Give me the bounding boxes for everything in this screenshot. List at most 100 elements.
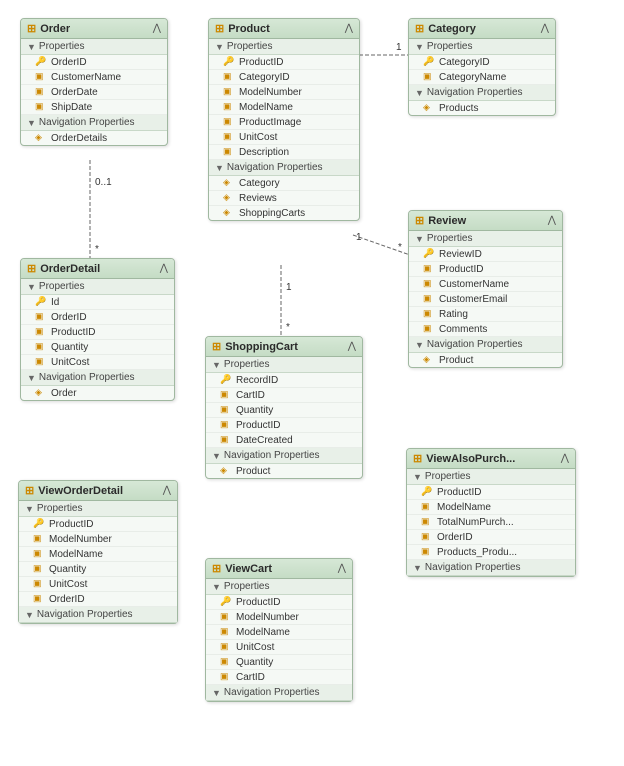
- category-navprops-header: ▼ Navigation Properties: [409, 85, 555, 101]
- product-collapse[interactable]: ⋀: [345, 23, 353, 34]
- field-icon: [423, 71, 435, 83]
- field-icon: [423, 323, 435, 335]
- viewalsopurch-collapse[interactable]: ⋀: [561, 453, 569, 464]
- svg-text:1: 1: [356, 232, 362, 243]
- orderdetail-navprops-header: ▼ Navigation Properties: [21, 370, 174, 386]
- shoppingcart-collapse[interactable]: ⋀: [348, 341, 356, 352]
- entity-orderdetail-header: OrderDetail ⋀: [21, 259, 174, 279]
- entity-review-title: Review: [415, 214, 466, 227]
- nav-icon: [423, 354, 435, 366]
- orderdetail-nav-order: Order: [21, 386, 174, 400]
- field-icon: [35, 341, 47, 353]
- svg-text:*: *: [286, 322, 290, 333]
- product-prop-unitcost: UnitCost: [209, 130, 359, 145]
- viewcart-collapse[interactable]: ⋀: [338, 563, 346, 574]
- entity-product-title: Product: [215, 22, 270, 35]
- entity-orderdetail[interactable]: OrderDetail ⋀ ▼ Properties Id OrderID Pr…: [20, 258, 175, 401]
- order-nav-orderdetails: OrderDetails: [21, 131, 167, 145]
- entity-shoppingcart-title: ShoppingCart: [212, 340, 298, 353]
- orderdetail-prop-productid: ProductID: [21, 325, 174, 340]
- product-prop-productimage: ProductImage: [209, 115, 359, 130]
- field-icon: [421, 516, 433, 528]
- entity-viewalsopurch[interactable]: ViewAlsoPurch... ⋀ ▼ Properties ProductI…: [406, 448, 576, 577]
- field-icon: [220, 419, 232, 431]
- entity-category-title: Category: [415, 22, 476, 35]
- product-prop-modelnumber: ModelNumber: [209, 85, 359, 100]
- entity-viewcart-header: ViewCart ⋀: [206, 559, 352, 579]
- product-prop-modelname: ModelName: [209, 100, 359, 115]
- viewcart-prop-modelnumber: ModelNumber: [206, 610, 352, 625]
- field-icon: [35, 71, 47, 83]
- vieworderdetail-prop-modelnumber: ModelNumber: [19, 532, 177, 547]
- product-prop-categoryid: CategoryID: [209, 70, 359, 85]
- field-icon: [33, 563, 45, 575]
- key-icon: [33, 518, 45, 530]
- entity-shoppingcart[interactable]: ShoppingCart ⋀ ▼ Properties RecordID Car…: [205, 336, 363, 479]
- entity-order-header: Order ⋀: [21, 19, 167, 39]
- nav-icon: [223, 177, 235, 189]
- shoppingcart-prop-productid: ProductID: [206, 418, 362, 433]
- field-icon: [220, 626, 232, 638]
- viewcart-navprops-header: ▼ Navigation Properties: [206, 685, 352, 701]
- vieworderdetail-collapse[interactable]: ⋀: [163, 485, 171, 496]
- vieworderdetail-prop-quantity: Quantity: [19, 562, 177, 577]
- field-icon: [223, 86, 235, 98]
- entity-order[interactable]: Order ⋀ ▼ Properties OrderID CustomerNam…: [20, 18, 168, 146]
- field-icon: [421, 531, 433, 543]
- field-icon: [223, 146, 235, 158]
- review-collapse[interactable]: ⋀: [548, 215, 556, 226]
- key-icon: [423, 56, 435, 68]
- svg-text:*: *: [398, 242, 402, 253]
- orderdetail-collapse[interactable]: ⋀: [160, 263, 168, 274]
- viewcart-prop-productid: ProductID: [206, 595, 352, 610]
- entity-product[interactable]: Product ⋀ ▼ Properties ProductID Categor…: [208, 18, 360, 221]
- category-props-header: ▼ Properties: [409, 39, 555, 55]
- key-icon: [421, 486, 433, 498]
- svg-text:1: 1: [396, 42, 402, 53]
- field-icon: [220, 641, 232, 653]
- viewalsopurch-prop-orderid: OrderID: [407, 530, 575, 545]
- key-icon: [423, 248, 435, 260]
- category-collapse[interactable]: ⋀: [541, 23, 549, 34]
- viewcart-prop-cartid: CartID: [206, 670, 352, 685]
- entity-vieworderdetail-header: ViewOrderDetail ⋀: [19, 481, 177, 501]
- entity-category[interactable]: Category ⋀ ▼ Properties CategoryID Categ…: [408, 18, 556, 116]
- orderdetail-prop-quantity: Quantity: [21, 340, 174, 355]
- orderdetail-prop-unitcost: UnitCost: [21, 355, 174, 370]
- key-icon: [220, 596, 232, 608]
- entity-viewcart[interactable]: ViewCart ⋀ ▼ Properties ProductID ModelN…: [205, 558, 353, 702]
- key-icon: [223, 56, 235, 68]
- order-collapse[interactable]: ⋀: [153, 23, 161, 34]
- field-icon: [220, 389, 232, 401]
- field-icon: [35, 326, 47, 338]
- field-icon: [35, 101, 47, 113]
- entity-viewalsopurch-title: ViewAlsoPurch...: [413, 452, 515, 465]
- nav-icon: [35, 132, 47, 144]
- field-icon: [423, 308, 435, 320]
- nav-icon: [220, 465, 232, 477]
- viewalsopurch-prop-productid: ProductID: [407, 485, 575, 500]
- vieworderdetail-navprops-header: ▼ Navigation Properties: [19, 607, 177, 623]
- field-icon: [223, 116, 235, 128]
- field-icon: [33, 593, 45, 605]
- key-icon: [35, 296, 47, 308]
- field-icon: [35, 356, 47, 368]
- entity-order-title: Order: [27, 22, 70, 35]
- field-icon: [223, 101, 235, 113]
- entity-viewalsopurch-icon: [413, 452, 422, 465]
- field-icon: [33, 533, 45, 545]
- orderdetail-prop-id: Id: [21, 295, 174, 310]
- product-prop-productid: ProductID: [209, 55, 359, 70]
- entity-vieworderdetail[interactable]: ViewOrderDetail ⋀ ▼ Properties ProductID…: [18, 480, 178, 624]
- viewalsopurch-navprops-header: ▼ Navigation Properties: [407, 560, 575, 576]
- key-icon: [220, 374, 232, 386]
- vieworderdetail-prop-productid: ProductID: [19, 517, 177, 532]
- orderdetail-props-header: ▼ Properties: [21, 279, 174, 295]
- entity-product-icon: [215, 22, 224, 35]
- shoppingcart-prop-datecreated: DateCreated: [206, 433, 362, 448]
- shoppingcart-prop-recordid: RecordID: [206, 373, 362, 388]
- entity-review[interactable]: Review ⋀ ▼ Properties ReviewID ProductID…: [408, 210, 563, 368]
- key-icon: [35, 56, 47, 68]
- category-prop-categoryname: CategoryName: [409, 70, 555, 85]
- entity-category-header: Category ⋀: [409, 19, 555, 39]
